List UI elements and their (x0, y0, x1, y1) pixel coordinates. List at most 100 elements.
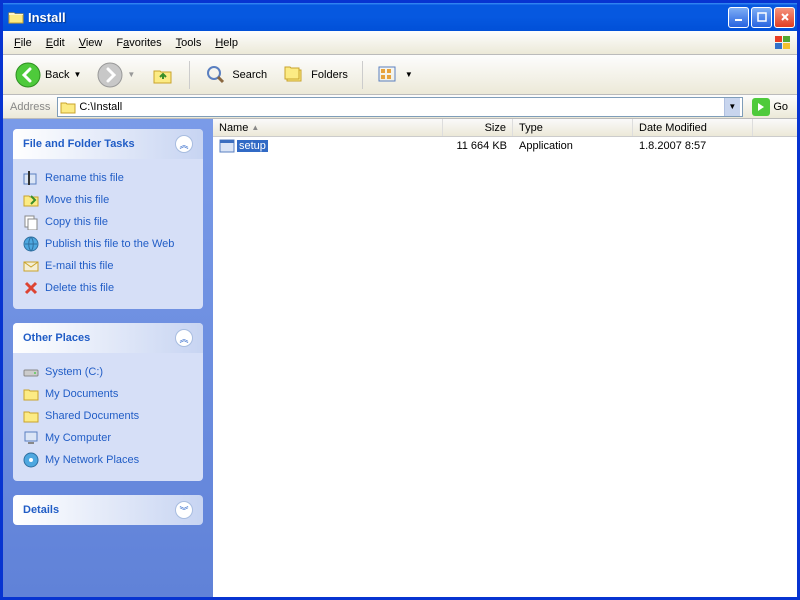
address-path: C:\Install (76, 101, 724, 113)
maximize-button[interactable] (751, 7, 772, 28)
move-icon (23, 192, 39, 208)
task-delete[interactable]: Delete this file (23, 277, 193, 299)
go-label: Go (773, 101, 788, 113)
task-publish[interactable]: Publish this file to the Web (23, 233, 193, 255)
place-label: My Network Places (45, 454, 139, 466)
task-email[interactable]: E-mail this file (23, 255, 193, 277)
search-button[interactable]: Search (198, 59, 273, 91)
views-button[interactable]: ▼ (371, 61, 419, 89)
column-header-type[interactable]: Type (513, 119, 633, 136)
task-label: E-mail this file (45, 260, 113, 272)
drive-icon (23, 364, 39, 380)
menu-view[interactable]: View (72, 35, 110, 51)
place-label: My Computer (45, 432, 111, 444)
delete-icon (23, 280, 39, 296)
task-move[interactable]: Move this file (23, 189, 193, 211)
task-label: Publish this file to the Web (45, 238, 174, 250)
forward-icon (97, 62, 123, 88)
address-input[interactable]: C:\Install ▼ (57, 97, 743, 117)
computer-icon (23, 430, 39, 446)
back-icon (15, 62, 41, 88)
views-dropdown-icon[interactable]: ▼ (405, 70, 413, 79)
folder-icon (23, 386, 39, 402)
folder-icon (8, 10, 24, 24)
file-row[interactable]: setup 11 664 KB Application 1.8.2007 8:5… (213, 137, 797, 154)
details-panel-title: Details (23, 504, 59, 516)
views-icon (377, 65, 401, 85)
menu-favorites[interactable]: Favorites (109, 35, 168, 51)
application-icon (219, 138, 235, 154)
column-headers: Name ▲ Size Type Date Modified (213, 119, 797, 137)
sort-asc-icon: ▲ (251, 123, 259, 132)
menu-file[interactable]: File (7, 35, 39, 51)
publish-icon (23, 236, 39, 252)
search-icon (204, 63, 228, 87)
address-dropdown-icon[interactable]: ▼ (724, 98, 740, 116)
place-label: System (C:) (45, 366, 103, 378)
address-label: Address (7, 101, 53, 113)
place-shared-documents[interactable]: Shared Documents (23, 405, 193, 427)
places-panel-title: Other Places (23, 332, 90, 344)
file-date: 1.8.2007 8:57 (633, 139, 753, 153)
tasks-panel-title: File and Folder Tasks (23, 138, 135, 150)
back-button[interactable]: Back ▼ (9, 58, 87, 92)
chevron-down-icon: ︾ (175, 501, 193, 519)
folder-icon (60, 100, 76, 114)
place-network[interactable]: My Network Places (23, 449, 193, 471)
toolbar-separator (189, 61, 190, 89)
menu-tools[interactable]: Tools (169, 35, 209, 51)
folders-label: Folders (311, 69, 348, 81)
column-header-name[interactable]: Name ▲ (213, 119, 443, 136)
chevron-up-icon: ︽ (175, 329, 193, 347)
place-label: My Documents (45, 388, 118, 400)
folder-icon (23, 408, 39, 424)
place-my-documents[interactable]: My Documents (23, 383, 193, 405)
folders-button[interactable]: Folders (277, 59, 354, 91)
go-icon (752, 98, 770, 116)
file-pane: Name ▲ Size Type Date Modified setup 11 … (213, 119, 797, 597)
rename-icon (23, 170, 39, 186)
copy-icon (23, 214, 39, 230)
minimize-button[interactable] (728, 7, 749, 28)
back-label: Back (45, 69, 69, 81)
addressbar: Address C:\Install ▼ Go (3, 95, 797, 119)
place-system-c[interactable]: System (C:) (23, 361, 193, 383)
titlebar: Install (3, 3, 797, 31)
task-rename[interactable]: Rename this file (23, 167, 193, 189)
content-area: File and Folder Tasks ︽ Rename this file… (3, 119, 797, 597)
back-dropdown-icon[interactable]: ▼ (73, 70, 81, 79)
file-type: Application (513, 139, 633, 153)
column-header-size[interactable]: Size (443, 119, 513, 136)
chevron-up-icon: ︽ (175, 135, 193, 153)
details-panel-header[interactable]: Details ︾ (13, 495, 203, 525)
windows-flag-icon (773, 34, 793, 52)
window-title: Install (28, 10, 726, 25)
up-button[interactable] (145, 59, 181, 91)
menubar: File Edit View Favorites Tools Help (3, 31, 797, 55)
places-panel: Other Places ︽ System (C:) My Documents … (13, 323, 203, 481)
menu-edit[interactable]: Edit (39, 35, 72, 51)
file-name: setup (237, 140, 268, 152)
folders-icon (283, 63, 307, 87)
search-label: Search (232, 69, 267, 81)
task-copy[interactable]: Copy this file (23, 211, 193, 233)
forward-button[interactable]: ▼ (91, 58, 141, 92)
column-header-date[interactable]: Date Modified (633, 119, 753, 136)
task-label: Delete this file (45, 282, 114, 294)
toolbar-separator (362, 61, 363, 89)
places-panel-header[interactable]: Other Places ︽ (13, 323, 203, 353)
menu-help[interactable]: Help (208, 35, 245, 51)
details-panel: Details ︾ (13, 495, 203, 525)
network-icon (23, 452, 39, 468)
sidebar: File and Folder Tasks ︽ Rename this file… (3, 119, 213, 597)
forward-dropdown-icon[interactable]: ▼ (127, 70, 135, 79)
close-button[interactable] (774, 7, 795, 28)
toolbar: Back ▼ ▼ Search Folders ▼ (3, 55, 797, 95)
go-button[interactable]: Go (747, 97, 793, 117)
tasks-panel-header[interactable]: File and Folder Tasks ︽ (13, 129, 203, 159)
up-folder-icon (151, 63, 175, 87)
task-label: Move this file (45, 194, 109, 206)
place-my-computer[interactable]: My Computer (23, 427, 193, 449)
tasks-panel: File and Folder Tasks ︽ Rename this file… (13, 129, 203, 309)
place-label: Shared Documents (45, 410, 139, 422)
